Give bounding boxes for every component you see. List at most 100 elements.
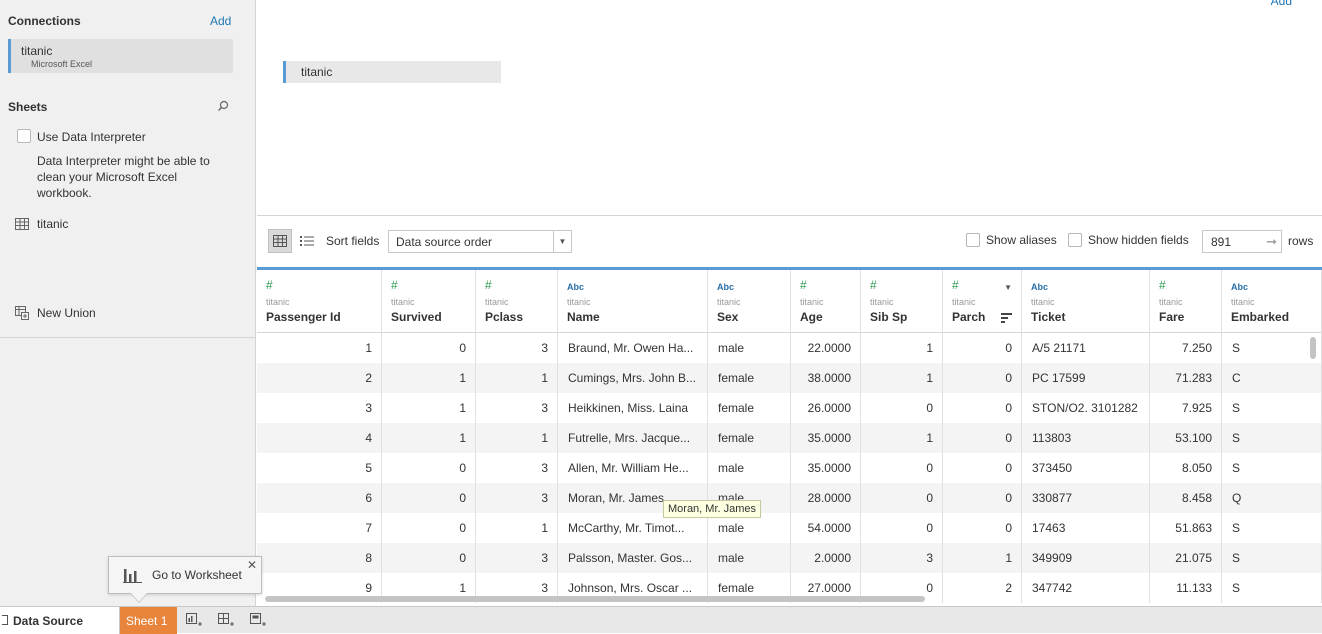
table-cell: 3 (476, 393, 558, 423)
data-source-icon (2, 615, 8, 625)
column-header[interactable]: # titanic Passenger Id (257, 270, 382, 333)
number-type-icon[interactable]: # (485, 278, 492, 292)
table-cell: S (1222, 513, 1322, 543)
table-cell: male (708, 543, 791, 573)
column-name[interactable]: Embarked (1231, 310, 1289, 324)
column-menu-icon[interactable]: ▼ (1004, 283, 1012, 292)
sort-icon[interactable] (1001, 313, 1012, 323)
number-type-icon[interactable]: # (870, 278, 877, 292)
number-type-icon[interactable]: # (952, 278, 959, 292)
table-cell: S (1222, 573, 1322, 603)
table-row[interactable]: 7 0 1 McCarthy, Mr. Timot... male 54.0000 0 0 17… (257, 513, 1322, 543)
table-cell: 1 (943, 543, 1022, 573)
column-name[interactable]: Age (800, 310, 823, 324)
tab-sheet-1[interactable]: Sheet 1 (120, 607, 177, 634)
grid-icon (273, 235, 287, 247)
column-header[interactable]: Abc titanic Embarked (1222, 270, 1322, 333)
table-cell: Q (1222, 483, 1322, 513)
column-header[interactable]: Abc titanic Sex (708, 270, 791, 333)
go-to-worksheet-callout[interactable]: Go to Worksheet ✕ (108, 556, 262, 594)
table-cell: 1 (861, 333, 943, 363)
connection-item-titanic[interactable]: titanic Microsoft Excel (8, 39, 233, 73)
search-icon[interactable] (217, 100, 229, 112)
string-type-icon[interactable]: Abc (567, 282, 584, 292)
list-view-button[interactable] (295, 229, 319, 253)
table-cell: 0 (382, 333, 476, 363)
horizontal-scrollbar[interactable] (265, 596, 925, 602)
table-cell: 0 (943, 393, 1022, 423)
rows-count-input[interactable]: 891 ➞ (1202, 230, 1282, 253)
table-cell: 38.0000 (791, 363, 861, 393)
column-name[interactable]: Pclass (485, 310, 523, 324)
table-row[interactable]: 5 0 3 Allen, Mr. William He... male 35.0000 0 0… (257, 453, 1322, 483)
column-header[interactable]: # titanic Sib Sp (861, 270, 943, 333)
table-cell: 1 (382, 423, 476, 453)
table-cell: 0 (943, 453, 1022, 483)
column-header[interactable]: Abc titanic Ticket (1022, 270, 1150, 333)
column-name[interactable]: Parch (952, 310, 985, 324)
table-row[interactable]: 1 0 3 Braund, Mr. Owen Ha... male 22.0000 1 0 A/… (257, 333, 1322, 363)
table-row[interactable]: 8 0 3 Palsson, Master. Gos... male 2.0000 3 1 34… (257, 543, 1322, 573)
column-header[interactable]: # titanic Parch ▼ (943, 270, 1022, 333)
string-type-icon[interactable]: Abc (1031, 282, 1048, 292)
column-source: titanic (717, 297, 741, 307)
add-connection-link[interactable]: Add (210, 14, 231, 28)
column-name[interactable]: Name (567, 310, 600, 324)
new-union-item[interactable]: New Union (15, 305, 96, 321)
column-name[interactable]: Fare (1159, 310, 1184, 324)
column-header[interactable]: # titanic Survived (382, 270, 476, 333)
column-source: titanic (870, 297, 894, 307)
table-cell: 17463 (1022, 513, 1150, 543)
canvas-top-right-link[interactable]: Add (1271, 0, 1292, 8)
column-name[interactable]: Passenger Id (266, 310, 341, 324)
connection-type: Microsoft Excel (31, 59, 93, 69)
use-data-interpreter-checkbox[interactable] (17, 129, 31, 143)
string-type-icon[interactable]: Abc (717, 282, 734, 292)
canvas-table-titanic[interactable]: titanic (283, 61, 501, 83)
table-cell: 2.0000 (791, 543, 861, 573)
column-header[interactable]: # titanic Age (791, 270, 861, 333)
grid-view-button[interactable] (268, 229, 292, 253)
tab-data-source-label: Data Source (13, 614, 84, 628)
number-type-icon[interactable]: # (266, 278, 273, 292)
new-worksheet-icon[interactable] (185, 612, 203, 628)
show-aliases-checkbox[interactable] (966, 233, 980, 247)
table-cell: 0 (861, 513, 943, 543)
table-cell: A/5 21171 (1022, 333, 1150, 363)
tab-data-source[interactable]: Data Source (0, 607, 120, 634)
table-row[interactable]: 3 1 3 Heikkinen, Miss. Laina female 26.0000 0 0… (257, 393, 1322, 423)
column-name[interactable]: Sib Sp (870, 310, 907, 324)
number-type-icon[interactable]: # (391, 278, 398, 292)
table-row[interactable]: 4 1 1 Futrelle, Mrs. Jacque... female 35.0000… (257, 423, 1322, 453)
column-name[interactable]: Ticket (1031, 310, 1065, 324)
vertical-scrollbar[interactable] (1310, 337, 1316, 359)
table-cell: 0 (382, 483, 476, 513)
column-header[interactable]: Abc titanic Name (558, 270, 708, 333)
number-type-icon[interactable]: # (1159, 278, 1166, 292)
table-cell: 8 (257, 543, 382, 573)
table-row[interactable]: 2 1 1 Cumings, Mrs. John B... female 38.0000 1… (257, 363, 1322, 393)
close-icon[interactable]: ✕ (247, 558, 257, 572)
table-row[interactable]: 6 0 3 Moran, Mr. James male 28.0000 0 0 330877 8.… (257, 483, 1322, 513)
table-cell: 22.0000 (791, 333, 861, 363)
string-type-icon[interactable]: Abc (1231, 282, 1248, 292)
callout-arrow-fill (131, 593, 147, 602)
new-dashboard-icon[interactable] (217, 612, 235, 628)
column-name[interactable]: Sex (717, 310, 738, 324)
number-type-icon[interactable]: # (800, 278, 807, 292)
sort-fields-select[interactable]: Data source order ▼ (388, 230, 572, 253)
column-header[interactable]: # titanic Pclass (476, 270, 558, 333)
sheet-item-titanic[interactable]: titanic (15, 216, 68, 232)
new-story-icon[interactable] (249, 612, 267, 628)
arrow-right-icon[interactable]: ➞ (1266, 234, 1277, 250)
show-hidden-fields-checkbox[interactable] (1068, 233, 1082, 247)
table-cell: 0 (943, 423, 1022, 453)
table-cell: 53.100 (1150, 423, 1222, 453)
column-header[interactable]: # titanic Fare (1150, 270, 1222, 333)
table-cell: 21.075 (1150, 543, 1222, 573)
table-cell: 1 (476, 423, 558, 453)
column-name[interactable]: Survived (391, 310, 442, 324)
sort-fields-label: Sort fields (326, 234, 380, 248)
table-cell: 71.283 (1150, 363, 1222, 393)
table-cell: Braund, Mr. Owen Ha... (558, 333, 708, 363)
